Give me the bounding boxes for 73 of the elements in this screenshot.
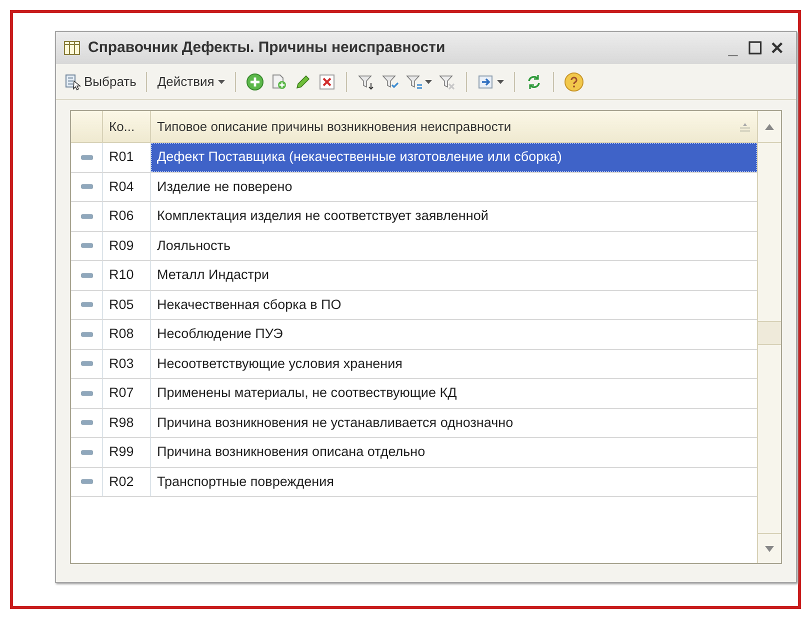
table-row[interactable]: R98 Причина возникновения не устанавливается однозначно: [71, 408, 757, 438]
select-button[interactable]: Выбрать: [84, 72, 136, 92]
table-row[interactable]: R05 Некачественная сборка в ПО: [71, 290, 757, 320]
table-cell-text: Лояльность: [156, 236, 232, 255]
table-cell-text: Металл Индастри: [156, 266, 270, 284]
item-icon: [80, 479, 92, 484]
minimize-button[interactable]: _: [722, 40, 744, 56]
table-cell-text: Причина возникновения описана отдельно: [156, 443, 426, 462]
table-cell: R09: [103, 232, 151, 260]
table-row[interactable]: R02 Транспортные повреждения: [71, 468, 757, 497]
pencil-icon[interactable]: [294, 72, 312, 90]
select-icon[interactable]: [64, 72, 82, 90]
table-row[interactable]: R08 Несоблюдение ПУЭ: [71, 320, 757, 350]
scrollbar-thumb[interactable]: [758, 321, 781, 345]
caret-icon: [425, 80, 432, 84]
table-cell: R98: [103, 408, 151, 437]
item-icon: [80, 302, 92, 308]
table-cell-text: Комплектация изделия не соответствует заявленной: [156, 207, 490, 226]
filter-icon[interactable]: [357, 72, 376, 90]
table-cell: R05: [103, 290, 151, 319]
table-row[interactable]: R07 Применены материалы, не соотвествующие КД: [71, 379, 757, 408]
column-header[interactable]: Типовое описание причины возникновения неисправности: [157, 116, 739, 136]
table-cell: R04: [103, 172, 151, 201]
item-icon: [80, 361, 92, 366]
actions-button[interactable]: Действия: [157, 72, 226, 92]
export-icon[interactable]: [477, 72, 496, 90]
table-row[interactable]: R10 Металл Индастри: [71, 261, 757, 290]
table-cell: R02: [103, 468, 151, 496]
table-cell-text: Транспортные повреждения: [156, 472, 335, 491]
item-icon: [80, 243, 92, 248]
table-row[interactable]: R99 Причина возникновения описана отдельно: [71, 438, 757, 468]
table-row[interactable]: R04 Изделие не поверено: [71, 172, 757, 202]
table-row[interactable]: R01 Дефект Поставщика (некачественные изготовление или сборка): [71, 143, 757, 172]
table-cell-text: Несоблюдение ПУЭ: [156, 325, 284, 344]
copy-icon[interactable]: [270, 72, 288, 90]
table-cell: R07: [103, 379, 151, 408]
table-cell: R06: [103, 202, 151, 230]
delete-icon[interactable]: [318, 72, 336, 90]
item-icon: [80, 214, 92, 219]
table-cell-text: Применены материалы, не соотвествующие КД: [156, 384, 458, 402]
scroll-down-icon[interactable]: [765, 546, 774, 552]
table-cell: R99: [103, 438, 151, 466]
table-cell: R08: [103, 320, 151, 348]
table-cell-text: Некачественная сборка в ПО: [156, 296, 342, 314]
table-cell: Дефект Поставщика (некачественные изготовление или сборка): [151, 143, 757, 172]
scrollbar[interactable]: [757, 111, 781, 563]
help-icon[interactable]: [564, 72, 584, 92]
table-icon: [64, 41, 80, 55]
item-icon: [80, 184, 92, 190]
filter-clear-icon[interactable]: [438, 72, 456, 90]
table-row[interactable]: R06 Комплектация изделия не соответствует заявленной: [71, 202, 757, 232]
item-icon: [80, 272, 92, 278]
item-icon: [80, 450, 92, 455]
table-cell-text: Причина возникновения не устанавливается однозначно: [156, 414, 514, 432]
table-row[interactable]: R09 Лояльность: [71, 232, 757, 261]
table-cell-text: Несоответствующие условия хранения: [156, 354, 404, 373]
sort-icon[interactable]: [739, 122, 751, 132]
table-row[interactable]: R03 Несоответствующие условия хранения: [71, 350, 757, 379]
column-header[interactable]: Ко...: [103, 111, 151, 142]
item-icon: [80, 154, 92, 160]
caret-icon: [497, 80, 504, 84]
add-icon[interactable]: [246, 72, 264, 90]
maximize-button[interactable]: ☐: [744, 40, 766, 56]
item-icon: [80, 420, 92, 426]
window-title: Справочник Дефекты. Причины неисправности: [88, 38, 446, 58]
table-cell: R10: [103, 261, 151, 290]
table-cell-text: Изделие не поверено: [156, 178, 294, 196]
item-icon: [80, 390, 92, 396]
caret-icon: [218, 80, 226, 84]
close-button[interactable]: ✕: [766, 40, 788, 56]
item-icon: [80, 332, 92, 337]
table-cell: R03: [103, 350, 151, 378]
scroll-up-icon[interactable]: [765, 124, 774, 130]
